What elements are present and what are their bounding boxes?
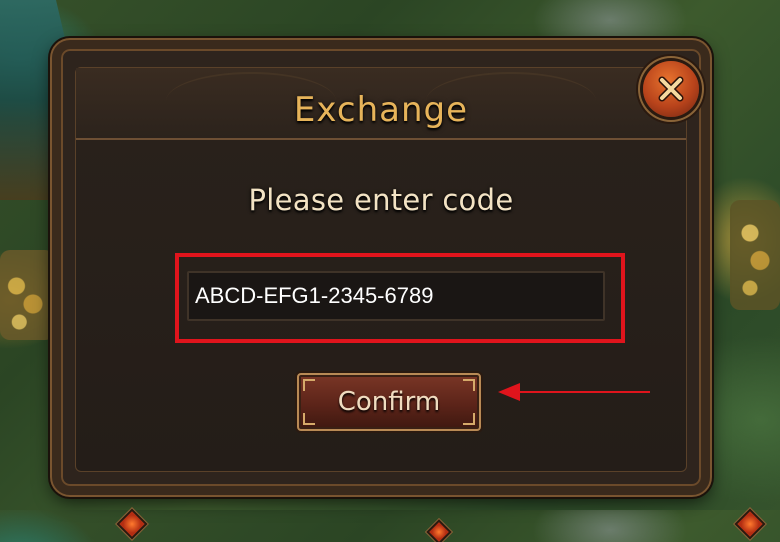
background-gold-pile-left	[0, 250, 55, 340]
title-bar: Exchange	[76, 68, 686, 140]
close-x-icon	[658, 76, 684, 102]
corner-gem-right	[737, 511, 763, 537]
background-gold-pile-right	[730, 200, 780, 310]
dialog-title: Exchange	[293, 90, 469, 130]
bottom-gem	[429, 522, 449, 542]
exchange-dialog: Exchange Please enter code Confirm	[52, 40, 763, 542]
arrow-left-icon	[498, 383, 650, 401]
code-prompt: Please enter code	[248, 183, 514, 217]
code-input[interactable]	[187, 271, 605, 321]
confirm-label: Confirm	[337, 387, 441, 417]
close-button[interactable]	[643, 61, 699, 117]
corner-gem-left	[119, 511, 145, 537]
confirm-button[interactable]: Confirm	[297, 373, 481, 431]
